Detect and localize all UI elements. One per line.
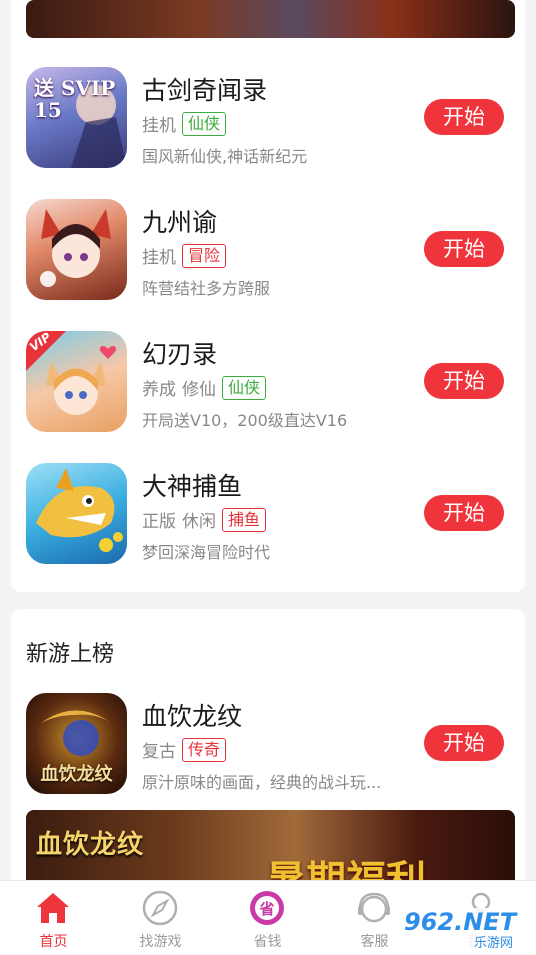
fox-fairy-icon[interactable]: VIP bbox=[26, 331, 127, 432]
section-title: 新游上榜 bbox=[26, 642, 115, 667]
game-tags: 挂机 冒险 bbox=[142, 243, 227, 268]
tag-label: 复古 bbox=[142, 742, 176, 762]
watermark-subtitle: 乐游网 bbox=[474, 936, 514, 951]
game-list-item[interactable]: 血饮龙纹 血饮龙纹 复古 传奇 原汁原味的画面，经典的战斗玩... 开始 bbox=[26, 693, 515, 797]
tag-label: 休闲 bbox=[182, 512, 216, 532]
tab-save-money[interactable]: 省 省钱 bbox=[214, 881, 321, 955]
start-button[interactable]: 开始 bbox=[424, 231, 504, 267]
category-badge: 捕鱼 bbox=[222, 507, 267, 532]
tab-label: 首页 bbox=[39, 934, 68, 950]
tab-home[interactable]: 首页 bbox=[0, 881, 107, 955]
start-button[interactable]: 开始 bbox=[424, 725, 504, 761]
banner-logo-text: 血饮龙纹 bbox=[36, 830, 145, 860]
game-list-item[interactable]: 大神捕鱼 正版 休闲 捕鱼 梦回深海冒险时代 开始 bbox=[26, 463, 515, 567]
customer-service-icon bbox=[358, 892, 390, 923]
tag-label: 挂机 bbox=[142, 248, 176, 268]
tag-label: 挂机 bbox=[142, 116, 176, 136]
game-title[interactable]: 幻刃录 bbox=[142, 335, 217, 371]
icon-caption: 送 SVIP 15 bbox=[34, 76, 116, 122]
fairy-swordsman-icon[interactable]: 送 SVIP 15 bbox=[26, 67, 127, 168]
game-title[interactable]: 古剑奇闻录 bbox=[142, 71, 267, 107]
category-badge: 冒险 bbox=[182, 243, 227, 268]
start-button[interactable]: 开始 bbox=[424, 495, 504, 531]
category-badge: 仙侠 bbox=[222, 375, 267, 400]
game-description: 开局送V10，200级直达V16 bbox=[142, 411, 348, 430]
game-tags: 复古 传奇 bbox=[142, 737, 227, 762]
site-watermark: 962.NET 乐游网 bbox=[398, 908, 530, 951]
save-money-icon: 省 bbox=[250, 891, 284, 925]
fox-girl-icon[interactable] bbox=[26, 199, 127, 300]
top-banner-image[interactable] bbox=[26, 0, 515, 38]
game-description: 原汁原味的画面，经典的战斗玩... bbox=[142, 773, 382, 792]
game-description: 阵营结社多方跨服 bbox=[142, 279, 271, 298]
game-description: 国风新仙侠,神话新纪元 bbox=[142, 147, 308, 166]
game-title[interactable]: 九州谕 bbox=[142, 203, 217, 239]
tag-label: 修仙 bbox=[182, 380, 216, 400]
shark-icon[interactable] bbox=[26, 463, 127, 564]
dragon-emblem-icon[interactable]: 血饮龙纹 bbox=[26, 693, 127, 794]
game-tags: 正版 休闲 捕鱼 bbox=[142, 507, 267, 532]
game-list-item[interactable]: VIP 幻刃录 养成 修仙 仙侠 开局送V10，200级直达V16 开始 bbox=[26, 331, 515, 435]
tab-label: 省钱 bbox=[253, 934, 282, 950]
game-list-item[interactable]: 送 SVIP 15 古剑奇闻录 挂机 仙侠 国风新仙侠,神话新纪元 开始 bbox=[26, 67, 515, 171]
compass-icon bbox=[142, 890, 178, 926]
start-button[interactable]: 开始 bbox=[424, 363, 504, 399]
home-icon bbox=[37, 893, 69, 923]
category-badge: 传奇 bbox=[182, 737, 227, 762]
game-description: 梦回深海冒险时代 bbox=[142, 543, 271, 562]
icon-caption: 血饮龙纹 bbox=[40, 764, 113, 785]
tag-label: 养成 bbox=[142, 380, 176, 400]
tab-find-games[interactable]: 找游戏 bbox=[107, 881, 214, 955]
tag-label: 正版 bbox=[142, 512, 176, 532]
start-button[interactable]: 开始 bbox=[424, 99, 504, 135]
category-badge: 仙侠 bbox=[182, 111, 227, 136]
game-list-item[interactable]: 九州谕 挂机 冒险 阵营结社多方跨服 开始 bbox=[26, 199, 515, 303]
game-title[interactable]: 大神捕鱼 bbox=[142, 467, 242, 503]
game-title[interactable]: 血饮龙纹 bbox=[142, 697, 242, 733]
game-tags: 挂机 仙侠 bbox=[142, 111, 227, 136]
svg-text:省: 省 bbox=[258, 900, 274, 918]
game-tags: 养成 修仙 仙侠 bbox=[142, 375, 267, 400]
tab-label: 找游戏 bbox=[139, 934, 182, 950]
